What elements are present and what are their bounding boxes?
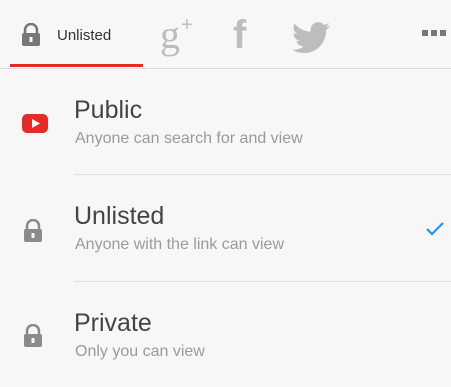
option-title: Public <box>74 96 143 124</box>
option-public[interactable]: Public Anyone can search for and view <box>0 68 451 173</box>
option-title: Private <box>74 309 152 337</box>
option-subtitle: Only you can view <box>75 343 205 360</box>
youtube-icon <box>22 114 48 138</box>
facebook-icon[interactable]: f <box>233 15 246 55</box>
twitter-icon[interactable] <box>292 22 330 59</box>
option-private[interactable]: Private Only you can view <box>0 282 451 387</box>
share-tab-bar: Unlisted g+ f <box>0 0 451 69</box>
option-unlisted[interactable]: Unlisted Anyone with the link can view <box>0 175 451 280</box>
tab-label: Unlisted <box>57 27 112 44</box>
google-plus-glyph: g <box>160 12 180 57</box>
checkmark-icon <box>425 221 445 241</box>
option-title: Unlisted <box>74 202 165 230</box>
option-subtitle: Anyone can search for and view <box>75 130 303 147</box>
more-icon[interactable] <box>422 30 446 36</box>
option-subtitle: Anyone with the link can view <box>75 236 284 253</box>
lock-icon <box>22 323 44 353</box>
google-plus-sup: + <box>181 14 193 36</box>
lock-icon <box>20 22 42 52</box>
tab-unlisted[interactable]: Unlisted <box>10 0 143 68</box>
active-tab-indicator <box>10 64 143 67</box>
google-plus-icon[interactable]: g+ <box>160 12 193 57</box>
lock-icon <box>22 218 44 248</box>
